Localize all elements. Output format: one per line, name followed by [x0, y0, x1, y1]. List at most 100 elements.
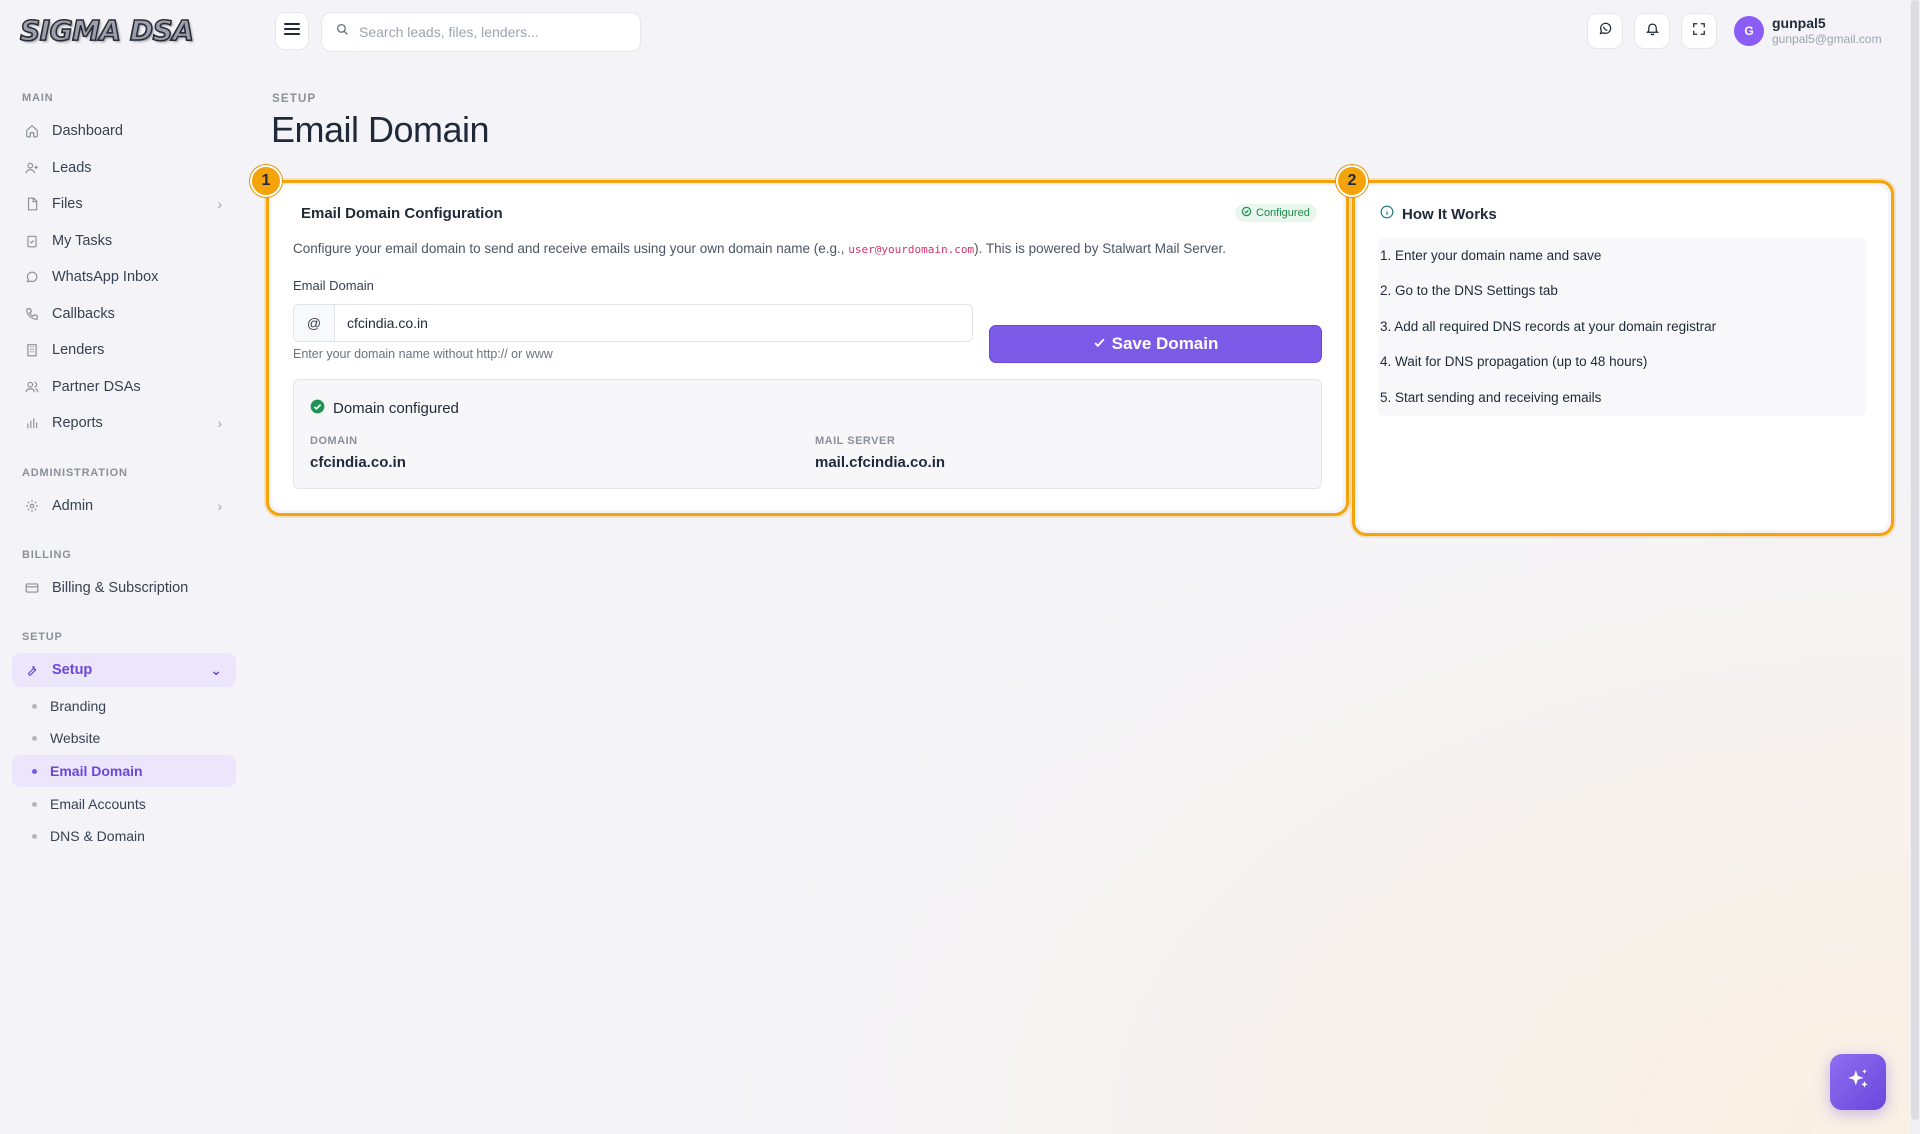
whatsapp-icon — [24, 269, 40, 285]
check-circle-icon — [1241, 206, 1252, 220]
status-badge-label: Configured — [1256, 207, 1310, 219]
description-text: Configure your email domain to send and … — [293, 241, 849, 256]
whatsapp-icon — [1598, 21, 1613, 41]
chevron-right-icon: › — [217, 196, 222, 212]
avatar[interactable]: G — [1734, 16, 1764, 46]
section-administration-label: ADMINISTRATION — [22, 467, 128, 479]
sidebar-item-billing[interactable]: Billing & Subscription — [12, 571, 236, 605]
step-badge-2: 2 — [1336, 165, 1368, 197]
sidebar-item-whatsapp-inbox[interactable]: WhatsApp Inbox — [12, 260, 236, 294]
mail-server-value: mail.cfcindia.co.in — [815, 454, 946, 471]
email-domain-help-text: Enter your domain name without http:// o… — [293, 347, 553, 361]
hamburger-icon — [284, 22, 300, 41]
sparkles-icon — [1845, 1067, 1871, 1098]
how-it-works-title: How It Works — [1402, 205, 1497, 223]
chevron-down-icon: ⌄ — [210, 661, 222, 678]
sidebar-item-partner-dsas[interactable]: Partner DSAs — [12, 370, 236, 404]
sidebar-item-my-tasks[interactable]: My Tasks — [12, 224, 236, 258]
sidebar-item-setup[interactable]: Setup ⌄ — [12, 653, 236, 687]
user-plus-icon — [24, 160, 40, 176]
sidebar-subitem-dns-domain[interactable]: DNS & Domain — [12, 820, 236, 852]
check-circle-filled-icon — [310, 399, 325, 418]
bullet-icon — [32, 769, 37, 774]
user-name[interactable]: gunpal5 — [1772, 15, 1826, 31]
sidebar-subitem-label: Email Accounts — [50, 796, 146, 812]
email-domain-field: @ — [293, 304, 973, 342]
page-title: Email Domain — [271, 109, 490, 150]
phone-icon — [24, 306, 40, 322]
sidebar-item-label: Billing & Subscription — [52, 580, 189, 596]
gear-icon — [24, 498, 40, 514]
clipboard-check-icon — [24, 233, 40, 249]
sidebar-subitem-label: Website — [50, 730, 101, 746]
sidebar-item-reports[interactable]: Reports › — [12, 406, 236, 440]
chevron-right-icon: › — [217, 498, 222, 514]
building-icon — [24, 342, 40, 358]
sidebar-item-label: WhatsApp Inbox — [52, 269, 159, 285]
sidebar-item-callbacks[interactable]: Callbacks — [12, 297, 236, 331]
menu-toggle-button[interactable] — [275, 12, 309, 50]
breadcrumb: SETUP — [272, 93, 317, 105]
sidebar: SIGMA DSA MAIN Dashboard Leads Files › M… — [0, 0, 248, 1134]
sidebar-item-dashboard[interactable]: Dashboard — [12, 114, 236, 148]
notifications-button[interactable] — [1634, 13, 1670, 49]
card-description: Configure your email domain to send and … — [293, 241, 1226, 256]
search-box — [321, 12, 641, 52]
list-item: 1. Enter your domain name and save — [1380, 248, 1602, 263]
sidebar-item-label: Setup — [52, 662, 93, 678]
sidebar-item-label: Leads — [52, 160, 92, 176]
card-title: Email Domain Configuration — [301, 205, 503, 222]
sidebar-subitem-label: Email Domain — [50, 763, 143, 779]
bell-icon — [1645, 21, 1660, 41]
bullet-icon — [32, 736, 37, 741]
domain-label: DOMAIN — [310, 435, 358, 447]
sidebar-item-admin[interactable]: Admin › — [12, 489, 236, 523]
sidebar-item-label: Dashboard — [52, 123, 123, 139]
sidebar-item-label: Files — [52, 196, 83, 212]
sidebar-subitem-website[interactable]: Website — [12, 722, 236, 754]
check-icon — [1093, 334, 1106, 354]
sidebar-subitem-label: Branding — [50, 698, 107, 714]
fullscreen-button[interactable] — [1681, 13, 1717, 49]
scrollbar-thumb[interactable] — [1911, 0, 1919, 1120]
home-icon — [24, 123, 40, 139]
how-it-works-heading: How It Works — [1380, 205, 1497, 223]
sidebar-item-leads[interactable]: Leads — [12, 151, 236, 185]
save-domain-button[interactable]: Save Domain — [989, 325, 1322, 363]
list-item: 3. Add all required DNS records at your … — [1380, 319, 1717, 334]
chevron-right-icon: › — [217, 415, 222, 431]
example-address: user@yourdomain.com — [848, 243, 975, 256]
sidebar-item-lenders[interactable]: Lenders — [12, 333, 236, 367]
page-scrollbar[interactable] — [1910, 0, 1920, 1134]
email-domain-label: Email Domain — [293, 278, 374, 293]
list-item: 4. Wait for DNS propagation (up to 48 ho… — [1380, 354, 1648, 369]
sidebar-subitem-branding[interactable]: Branding — [12, 690, 236, 722]
ai-assistant-button[interactable] — [1830, 1054, 1886, 1110]
sidebar-item-files[interactable]: Files › — [12, 187, 236, 221]
credit-card-icon — [24, 580, 40, 596]
sidebar-item-label: Lenders — [52, 342, 105, 358]
domain-status-text: Domain configured — [333, 400, 459, 417]
sidebar-item-label: Partner DSAs — [52, 379, 141, 395]
sidebar-item-label: Callbacks — [52, 306, 115, 322]
description-text-end: ). This is powered by Stalwart Mail Serv… — [974, 241, 1226, 256]
sidebar-subitem-email-accounts[interactable]: Email Accounts — [12, 788, 236, 820]
bullet-icon — [32, 802, 37, 807]
section-billing-label: BILLING — [22, 549, 72, 561]
sidebar-item-label: My Tasks — [52, 233, 113, 249]
domain-status-heading: Domain configured — [310, 399, 459, 418]
domain-status-panel: Domain configured DOMAIN cfcindia.co.in … — [293, 379, 1322, 489]
sidebar-subitem-email-domain[interactable]: Email Domain — [12, 755, 236, 787]
domain-value: cfcindia.co.in — [310, 454, 406, 471]
sidebar-subitem-label: DNS & Domain — [50, 828, 145, 844]
sidebar-item-label: Admin — [52, 498, 94, 514]
info-icon — [1380, 205, 1394, 223]
bullet-icon — [32, 704, 37, 709]
search-input[interactable] — [359, 24, 629, 40]
email-domain-input[interactable] — [335, 305, 972, 341]
whatsapp-button[interactable] — [1587, 13, 1623, 49]
brand-logo[interactable]: SIGMA DSA — [19, 13, 194, 48]
bar-chart-icon — [24, 415, 40, 431]
step-badge-1: 1 — [250, 165, 282, 197]
wrench-icon — [24, 662, 40, 678]
